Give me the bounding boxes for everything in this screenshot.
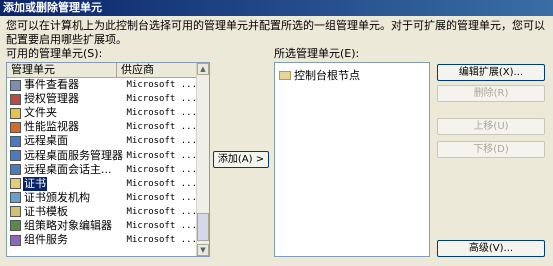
snapin-name: 组件服务 (24, 233, 68, 247)
move-up-button[interactable]: 上移(U) (437, 118, 545, 135)
folder-icon (279, 70, 291, 80)
performance-monitor-icon (10, 121, 21, 133)
list-item[interactable]: 组策略对象编辑器 Microsoft ... (7, 219, 197, 233)
snapin-name-cell: 证书模板 (23, 205, 123, 219)
list-item[interactable]: 远程桌面服务管理器 Microsoft ... (7, 148, 197, 162)
snapin-name: 授权管理器 (24, 92, 79, 106)
list-item[interactable]: 证书模板 Microsoft ... (7, 205, 197, 219)
snapin-name-cell: 性能监视器 (23, 120, 123, 134)
list-header: 管理单元 供应商 (7, 63, 197, 78)
snapin-vendor: Microsoft ... (126, 94, 197, 105)
snapin-vendor: Microsoft ... (126, 108, 197, 119)
scroll-down-button[interactable]: ▼ (197, 244, 209, 256)
rds-manager-icon (10, 150, 21, 162)
snapin-name: 证书模板 (24, 204, 68, 218)
certification-authority-icon (10, 192, 21, 204)
snapin-name-cell: 远程桌面服务管理器 (23, 149, 123, 163)
snapin-name: 证书颁发机构 (24, 190, 90, 204)
folder-icon (10, 107, 21, 119)
list-item[interactable]: 证书 Microsoft ... (7, 176, 197, 191)
rd-session-host-icon (10, 164, 21, 176)
snapin-name-cell: 授权管理器 (23, 92, 123, 106)
list-item[interactable]: 性能监视器 Microsoft ... (7, 120, 197, 134)
snapin-vendor: Microsoft ... (126, 164, 197, 175)
list-item[interactable]: 文件夹 Microsoft ... (7, 106, 197, 120)
snapin-vendor: Microsoft ... (126, 206, 197, 217)
snapin-name: 证书 (23, 176, 47, 191)
list-item[interactable]: 证书颁发机构 Microsoft ... (7, 191, 197, 205)
snapin-name: 事件查看器 (24, 78, 79, 92)
snapin-name: 远程桌面会话主... (24, 162, 112, 176)
tree-node-console-root[interactable]: 控制台根节点 (279, 67, 360, 83)
list-item[interactable]: 组件服务 Microsoft ... (7, 233, 197, 247)
snapin-name-cell: 文件夹 (23, 106, 123, 120)
add-button[interactable]: 添加(A) > (213, 151, 269, 168)
remove-button[interactable]: 删除(R) (437, 85, 545, 102)
scroll-up-button[interactable]: ▲ (197, 63, 209, 75)
snapin-vendor: Microsoft ... (126, 80, 197, 91)
snapin-vendor: Microsoft ... (126, 235, 197, 246)
snapin-name-cell: 事件查看器 (23, 78, 123, 92)
snapin-vendor: Microsoft ... (126, 136, 197, 147)
snapin-vendor: Microsoft ... (126, 122, 197, 133)
gpo-editor-icon (10, 220, 21, 232)
list-item[interactable]: 授权管理器 Microsoft ... (7, 92, 197, 106)
remote-desktop-icon (10, 135, 21, 147)
column-header-name[interactable]: 管理单元 (7, 63, 117, 78)
snapin-name: 性能监视器 (24, 120, 79, 134)
tree-node-label: 控制台根节点 (294, 69, 360, 82)
selected-snapins-tree[interactable]: 控制台根节点 (274, 62, 430, 257)
column-header-vendor[interactable]: 供应商 (117, 63, 197, 78)
snapin-name: 远程桌面服务管理器 (24, 148, 123, 162)
window-title: 添加或删除管理单元 (0, 0, 553, 16)
snapin-name: 组策略对象编辑器 (24, 218, 112, 232)
snapin-name-cell: 组策略对象编辑器 (23, 219, 123, 233)
list-item[interactable]: 事件查看器 Microsoft ... (7, 78, 197, 92)
event-viewer-icon (10, 79, 21, 91)
snapin-vendor: Microsoft ... (126, 150, 197, 161)
snapin-name-cell: 组件服务 (23, 233, 123, 247)
move-down-button[interactable]: 下移(D) (437, 141, 545, 158)
edit-extensions-button[interactable]: 编辑扩展(X)... (437, 64, 545, 81)
description-text: 您可以在计算机上为此控制台选择可用的管理单元并配置所选的一组管理单元。对于可扩展… (6, 19, 545, 46)
snapin-vendor: Microsoft ... (126, 220, 197, 231)
list-item[interactable]: 远程桌面会话主... Microsoft ... (7, 163, 197, 177)
snapin-name-cell: 证书颁发机构 (23, 191, 123, 205)
list-item[interactable]: 远程桌面 Microsoft ... (7, 134, 197, 148)
certificate-templates-icon (10, 206, 21, 218)
available-snapins-label: 可用的管理单元(S): (6, 47, 103, 60)
advanced-button[interactable]: 高级(V)... (437, 240, 545, 257)
vertical-scrollbar[interactable]: ▲ ▼ (196, 63, 209, 256)
scroll-thumb[interactable] (197, 213, 209, 241)
snapin-name: 文件夹 (24, 106, 57, 120)
component-services-icon (10, 234, 21, 246)
certificate-icon (10, 178, 21, 190)
snapin-vendor: Microsoft ... (126, 178, 197, 189)
snapin-name-cell: 远程桌面会话主... (23, 163, 123, 177)
authorization-manager-icon (10, 93, 21, 105)
available-snapins-list[interactable]: 管理单元 供应商 事件查看器 Microsoft ... 授权管理器 Microsof… (6, 62, 210, 257)
selected-snapins-label: 所选管理单元(E): (274, 47, 360, 60)
snapin-rows: 事件查看器 Microsoft ... 授权管理器 Microsoft ... 文件夹 M… (7, 78, 197, 247)
snapin-name-cell: 证书 (23, 176, 123, 191)
snapin-name-cell: 远程桌面 (23, 134, 123, 148)
snapin-vendor: Microsoft ... (126, 192, 197, 203)
snapin-name: 远程桌面 (24, 134, 68, 148)
